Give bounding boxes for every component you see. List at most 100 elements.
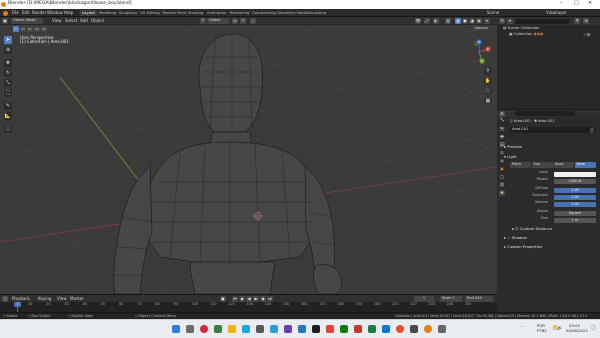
tool-tab-icon[interactable]: 🔧 (499, 117, 505, 123)
file-explorer-icon[interactable] (228, 325, 236, 333)
camera-view-icon[interactable]: 🎥 (484, 87, 492, 95)
app-grey-icon[interactable] (256, 325, 264, 333)
filter-icon[interactable]: ⚗ (574, 18, 580, 24)
wireframe-shading-icon[interactable]: ◍ (455, 18, 461, 24)
app-red-icon[interactable] (326, 325, 334, 333)
menu-render[interactable]: Render (32, 11, 46, 15)
gizmo-toggle-icon[interactable]: ⤢ (424, 18, 430, 24)
tab-scripting[interactable]: Scripting (307, 10, 328, 16)
close-button[interactable]: ✕ (588, 1, 592, 6)
shape-dropdown[interactable]: Square (554, 210, 596, 216)
terminal-icon[interactable] (312, 325, 320, 333)
annotate-tool-icon[interactable]: ✎ (4, 102, 12, 110)
select-subtract-icon[interactable]: ▭ (27, 26, 33, 32)
cursor-tool-icon[interactable]: ⊕ (4, 46, 12, 54)
power-field[interactable]: 1000 W (554, 178, 596, 184)
tab-layout[interactable]: Layout (80, 10, 97, 16)
menu-file[interactable]: File (12, 11, 19, 15)
app-misc-icon[interactable] (438, 325, 446, 333)
light-type-area[interactable]: Area (574, 162, 596, 168)
light-type-sun[interactable]: Sun (531, 162, 553, 168)
keyboard-layout[interactable]: PTB2 (537, 329, 547, 333)
outlook-icon[interactable] (382, 325, 390, 333)
viewport-menu-object[interactable]: Object (91, 19, 104, 23)
section-custom-distance[interactable]: ▸ ☐ Custom Distance (512, 226, 552, 232)
outliner-editor-icon[interactable]: ☰ (499, 18, 505, 24)
menu-window[interactable]: Window (47, 11, 63, 15)
section-custom-properties[interactable]: ▸ Custom Properties (504, 244, 542, 250)
volume-slider[interactable]: 1.00 (554, 201, 596, 207)
data-block-selector[interactable]: Area.001 (510, 127, 596, 133)
light-type-spot[interactable]: Spot (553, 162, 574, 168)
physics-tab-icon[interactable]: ◯ (499, 174, 505, 180)
visibility-icon[interactable]: 👁 (415, 18, 421, 24)
pan-hand-icon[interactable]: ✋ (484, 77, 492, 85)
editor-type-icon[interactable]: ▣ (2, 18, 8, 24)
new-collection-icon[interactable]: ⊞ (583, 18, 589, 24)
select-intersect-icon[interactable]: ▭ (41, 26, 47, 32)
xbox-icon[interactable] (340, 325, 348, 333)
fake-user-icon[interactable] (590, 127, 594, 133)
scene-selector[interactable]: Scene (487, 11, 499, 15)
transform-tool-icon[interactable]: ⛶ (4, 89, 12, 97)
outliner-search-input[interactable] (515, 18, 570, 24)
app-green-icon[interactable] (214, 325, 222, 333)
size-field[interactable]: 1 m (554, 217, 596, 223)
section-preview[interactable]: ▸ Preview (504, 144, 522, 150)
ortho-toggle-icon[interactable]: ▦ (484, 97, 492, 105)
object-tab-icon[interactable]: ▣ (499, 166, 505, 172)
tab-animation[interactable]: Animation (205, 10, 228, 16)
app-blue-icon[interactable] (270, 325, 278, 333)
firefox-icon[interactable] (396, 325, 404, 333)
diffuse-slider[interactable]: 1.00 (554, 187, 596, 193)
xray-icon[interactable]: ▥ (445, 18, 451, 24)
viewport-menu-view[interactable]: View (52, 19, 62, 23)
material-shading-icon[interactable]: ◕ (469, 18, 475, 24)
app-darkred-icon[interactable] (354, 325, 362, 333)
opera-icon[interactable] (200, 325, 208, 333)
light-data-tab-icon[interactable]: ✱ (499, 190, 505, 196)
vscode-icon[interactable] (298, 325, 306, 333)
properties-search-input[interactable] (515, 111, 575, 116)
section-light[interactable]: ▾ Light (504, 154, 517, 160)
start-menu-icon[interactable] (172, 325, 180, 333)
move-tool-icon[interactable]: ✥ (4, 59, 12, 67)
mode-selector[interactable]: Object Mode (11, 18, 43, 24)
scale-tool-icon[interactable]: ⤡ (4, 79, 12, 87)
tab-compositing[interactable]: Compositing (250, 10, 278, 16)
menu-edit[interactable]: Edit (22, 11, 30, 15)
3d-viewport[interactable]: ▣ Object Mode View Select Add Object ⤧ G… (0, 17, 497, 294)
options-dropdown[interactable]: Options (474, 26, 488, 31)
measure-tool-icon[interactable]: 📐 (4, 112, 12, 120)
viewport-menu-add[interactable]: Add (80, 19, 88, 23)
proportional-edit-icon[interactable]: ○ (250, 18, 256, 24)
properties-editor-icon[interactable]: ⚙ (499, 110, 505, 117)
select-invert-icon[interactable]: ▭ (34, 26, 40, 32)
network-sound-icons[interactable]: 📶🔊 (553, 326, 562, 330)
section-shadow[interactable]: ▸ ☑ Shadow (504, 235, 527, 241)
snap-icon[interactable]: ⊓ (240, 18, 246, 24)
tab-shading[interactable]: Shading (186, 10, 205, 16)
scene-tab-icon[interactable]: ⛭ (499, 150, 505, 156)
tab-geometry-nodes[interactable]: Geometry Nodes (275, 10, 311, 16)
overlay-icon[interactable]: ◐ (433, 18, 439, 24)
render-tab-icon[interactable]: 📷 (499, 126, 505, 132)
add-cube-tool-icon[interactable]: ▢ (4, 125, 12, 133)
visual-studio-icon[interactable] (284, 325, 292, 333)
select-extend-icon[interactable]: ▭ (20, 26, 26, 32)
tab-modeling[interactable]: Modeling (97, 10, 118, 16)
solid-shading-icon[interactable]: ● (462, 18, 468, 24)
world-tab-icon[interactable]: ◍ (499, 158, 505, 164)
color-swatch[interactable] (554, 171, 596, 177)
tab-uv-editing[interactable]: UV Editing (138, 10, 162, 16)
output-tab-icon[interactable]: 🖶 (499, 134, 505, 140)
excel-icon[interactable] (368, 325, 376, 333)
light-type-point[interactable]: Point (510, 162, 531, 168)
outliner-row-scene-collection[interactable]: ▤ Scene Collection (503, 26, 539, 30)
outliner-row-collection[interactable]: ▣ Collection ◉◆◉ (509, 32, 543, 36)
shading-options-icon[interactable]: ▾ (484, 18, 490, 24)
tray-chevron-icon[interactable]: ⌃ (520, 326, 523, 330)
select-box-mode-icon[interactable]: ▭ (13, 26, 19, 32)
viewport-menu-select[interactable]: Select (65, 19, 77, 23)
transform-orientation-icon[interactable]: ⤧ (200, 18, 206, 24)
